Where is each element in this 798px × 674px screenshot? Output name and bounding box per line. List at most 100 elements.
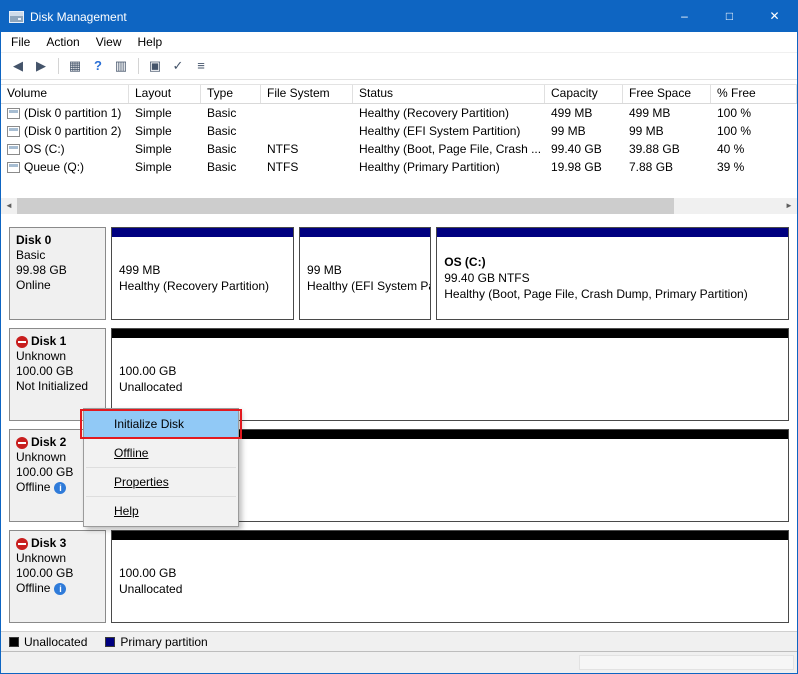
menu-item-initialize-disk[interactable]: Initialize Disk — [84, 411, 238, 437]
no-entry-icon — [16, 538, 28, 550]
partition-status: Healthy (EFI System Pa — [307, 278, 423, 294]
disk-status: Offline — [16, 480, 50, 495]
window-title: Disk Management — [30, 10, 662, 24]
close-button[interactable]: ✕ — [752, 1, 797, 32]
menu-item-properties[interactable]: Properties — [84, 469, 238, 495]
scrollbar-thumb[interactable] — [17, 198, 674, 214]
col-header-status[interactable]: Status — [353, 85, 545, 103]
region-status: Unallocated — [119, 379, 781, 395]
disk0-partition-recovery[interactable]: 499 MB Healthy (Recovery Partition) — [111, 227, 294, 320]
disk-type: Basic — [16, 248, 99, 263]
menu-help[interactable]: Help — [130, 33, 171, 51]
volume-type: Basic — [201, 104, 261, 122]
menu-separator — [86, 438, 236, 439]
col-header-volume[interactable]: Volume — [1, 85, 129, 103]
volume-icon — [7, 144, 20, 155]
minimize-button[interactable]: – — [662, 1, 707, 32]
disk0-label-panel[interactable]: Disk 0 Basic 99.98 GB Online — [9, 227, 106, 320]
partition-title: OS (C:) — [444, 254, 781, 270]
disk0-partition-os-c[interactable]: OS (C:) 99.40 GB NTFS Healthy (Boot, Pag… — [436, 227, 789, 320]
volume-status: Healthy (Recovery Partition) — [353, 104, 545, 122]
col-header-type[interactable]: Type — [201, 85, 261, 103]
primary-partition-swatch — [105, 637, 115, 647]
toolbar-separator — [58, 58, 59, 74]
volume-status: Healthy (EFI System Partition) — [353, 122, 545, 140]
no-entry-icon — [16, 336, 28, 348]
menu-item-help[interactable]: Help — [84, 498, 238, 524]
region-size: 100.00 GB — [119, 565, 781, 581]
col-header-free-space[interactable]: Free Space — [623, 85, 711, 103]
volume-status: Healthy (Primary Partition) — [353, 158, 545, 176]
volume-icon — [7, 126, 20, 137]
check-icon[interactable]: ✓ — [167, 55, 189, 77]
disk0-row: Disk 0 Basic 99.98 GB Online 499 MB Heal… — [9, 227, 789, 320]
volume-layout: Simple — [129, 104, 201, 122]
menu-action[interactable]: Action — [38, 33, 87, 51]
disk3-unallocated-region[interactable]: 100.00 GB Unallocated — [111, 530, 789, 623]
pane-splitter[interactable] — [1, 214, 797, 221]
disk-type: Unknown — [16, 349, 99, 364]
volume-row[interactable]: (Disk 0 partition 1) Simple Basic Health… — [1, 104, 797, 122]
legend-primary-partition: Primary partition — [105, 635, 207, 649]
popup-window-icon[interactable]: ▣ — [144, 55, 166, 77]
menu-file[interactable]: File — [3, 33, 38, 51]
disk0-partition-efi[interactable]: 99 MB Healthy (EFI System Pa — [299, 227, 431, 320]
unallocated-strip — [112, 531, 788, 540]
disk-size: 100.00 GB — [16, 364, 99, 379]
no-entry-icon — [16, 437, 28, 449]
volume-name: OS (C:) — [24, 140, 65, 158]
disk-status: Not Initialized — [16, 379, 88, 394]
col-header-layout[interactable]: Layout — [129, 85, 201, 103]
volume-list-pane: Volume Layout Type File System Status Ca… — [1, 80, 797, 214]
volume-row[interactable]: OS (C:) Simple Basic NTFS Healthy (Boot,… — [1, 140, 797, 158]
info-icon: i — [54, 583, 66, 595]
menu-view[interactable]: View — [88, 33, 130, 51]
partition-status: Healthy (Recovery Partition) — [119, 278, 286, 294]
primary-partition-strip — [112, 228, 293, 237]
scrollbar-track[interactable] — [17, 198, 781, 214]
disk-context-menu: Initialize Disk Offline Properties Help — [83, 408, 239, 527]
toolbar-separator — [138, 58, 139, 74]
primary-partition-strip — [300, 228, 430, 237]
volume-icon — [7, 108, 20, 119]
properties-list-icon[interactable]: ≡ — [190, 55, 212, 77]
volume-free-space: 39.88 GB — [623, 140, 711, 158]
menu-separator — [86, 467, 236, 468]
volume-icon — [7, 162, 20, 173]
disk-size: 99.98 GB — [16, 263, 99, 278]
maximize-button[interactable]: □ — [707, 1, 752, 32]
legend-label: Primary partition — [120, 635, 207, 649]
volume-free-space: 99 MB — [623, 122, 711, 140]
menu-item-offline[interactable]: Offline — [84, 440, 238, 466]
volume-layout: Simple — [129, 122, 201, 140]
partition-size: 99 MB — [307, 262, 423, 278]
disk-size: 100.00 GB — [16, 566, 99, 581]
help-icon[interactable]: ? — [87, 55, 109, 77]
legend-label: Unallocated — [24, 635, 87, 649]
scroll-left-icon[interactable]: ◄ — [1, 198, 17, 214]
status-bar-right-section — [579, 655, 794, 670]
console-tree-icon[interactable]: ▦ — [64, 55, 86, 77]
scroll-right-icon[interactable]: ► — [781, 198, 797, 214]
volume-row[interactable]: (Disk 0 partition 2) Simple Basic Health… — [1, 122, 797, 140]
disk-management-window: Disk Management – □ ✕ File Action View H… — [0, 0, 798, 674]
disk-name: Disk 3 — [31, 536, 66, 551]
volume-layout: Simple — [129, 158, 201, 176]
col-header-capacity[interactable]: Capacity — [545, 85, 623, 103]
col-header-pct-free[interactable]: % Free — [711, 85, 797, 103]
back-icon[interactable]: ◀ — [7, 55, 29, 77]
volume-file-system: NTFS — [261, 140, 353, 158]
horizontal-scrollbar[interactable]: ◄ ► — [1, 198, 797, 214]
col-header-file-system[interactable]: File System — [261, 85, 353, 103]
disk3-label-panel[interactable]: Disk 3 Unknown 100.00 GB Offlinei — [9, 530, 106, 623]
volume-layout: Simple — [129, 140, 201, 158]
volume-name: (Disk 0 partition 1) — [24, 104, 121, 122]
legend-bar: Unallocated Primary partition — [1, 631, 797, 651]
action-pane-icon[interactable]: ▥ — [110, 55, 132, 77]
partition-size: 99.40 GB NTFS — [444, 270, 781, 286]
volume-pct-free: 39 % — [711, 158, 797, 176]
partition-status: Healthy (Boot, Page File, Crash Dump, Pr… — [444, 286, 781, 302]
volume-row[interactable]: Queue (Q:) Simple Basic NTFS Healthy (Pr… — [1, 158, 797, 176]
forward-icon[interactable]: ▶ — [30, 55, 52, 77]
disk-name: Disk 1 — [31, 334, 66, 349]
